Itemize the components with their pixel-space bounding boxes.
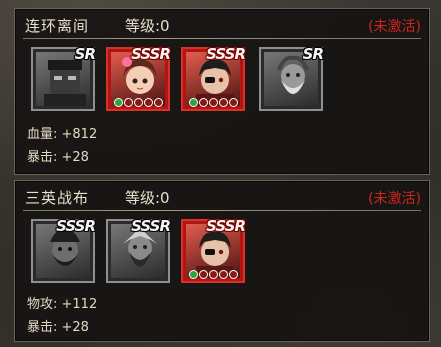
- stat-line: 血量: +812: [27, 127, 98, 142]
- combo-panel-2: 三英战布 等级:0 (未激活) SSSR SSSR SSSR 物攻: +112 …: [14, 180, 430, 342]
- hero-card[interactable]: SSSR: [106, 217, 171, 283]
- hero-card[interactable]: SSSR: [181, 45, 246, 111]
- panel-header: 三英战布 等级:0 (未激活): [15, 181, 429, 211]
- combo-level: 等级:0: [125, 189, 170, 207]
- combo-status: (未激活): [368, 19, 421, 35]
- header-divider: [23, 38, 421, 39]
- hero-card[interactable]: SSSR: [181, 217, 246, 283]
- rarity-badge: SSSR: [206, 217, 246, 235]
- panel-header: 连环离间 等级:0 (未激活): [15, 9, 429, 39]
- star-rating: [183, 98, 243, 109]
- rarity-badge: SR: [74, 45, 96, 63]
- rarity-badge: SSSR: [131, 45, 171, 63]
- star-rating: [108, 98, 168, 109]
- combo-panel-1: 连环离间 等级:0 (未激活) SR SSSR SSSR SR 血量: +812…: [14, 8, 430, 175]
- combo-level: 等级:0: [125, 17, 170, 35]
- stat-line: 暴击: +28: [27, 320, 89, 335]
- bonus-stats: 血量: +812 暴击: +28: [27, 123, 97, 169]
- combo-name: 连环离间: [25, 17, 90, 35]
- header-divider: [23, 210, 421, 211]
- star-rating: [183, 270, 243, 281]
- hero-card[interactable]: SSSR: [31, 217, 96, 283]
- stat-line: 物攻: +112: [27, 297, 98, 312]
- hero-card[interactable]: SR: [31, 45, 96, 111]
- stat-line: 暴击: +28: [27, 150, 89, 165]
- rarity-badge: SSSR: [56, 217, 96, 235]
- rarity-badge: SSSR: [131, 217, 171, 235]
- combo-name: 三英战布: [25, 189, 90, 207]
- hero-card[interactable]: SSSR: [106, 45, 171, 111]
- hero-card-row: SSSR SSSR SSSR: [31, 217, 361, 285]
- hero-card-row: SR SSSR SSSR SR: [31, 45, 361, 113]
- hero-card[interactable]: SR: [259, 45, 324, 111]
- combo-status: (未激活): [368, 191, 421, 207]
- rarity-badge: SR: [302, 45, 324, 63]
- rarity-badge: SSSR: [206, 45, 246, 63]
- bonus-stats: 物攻: +112 暴击: +28: [27, 293, 97, 339]
